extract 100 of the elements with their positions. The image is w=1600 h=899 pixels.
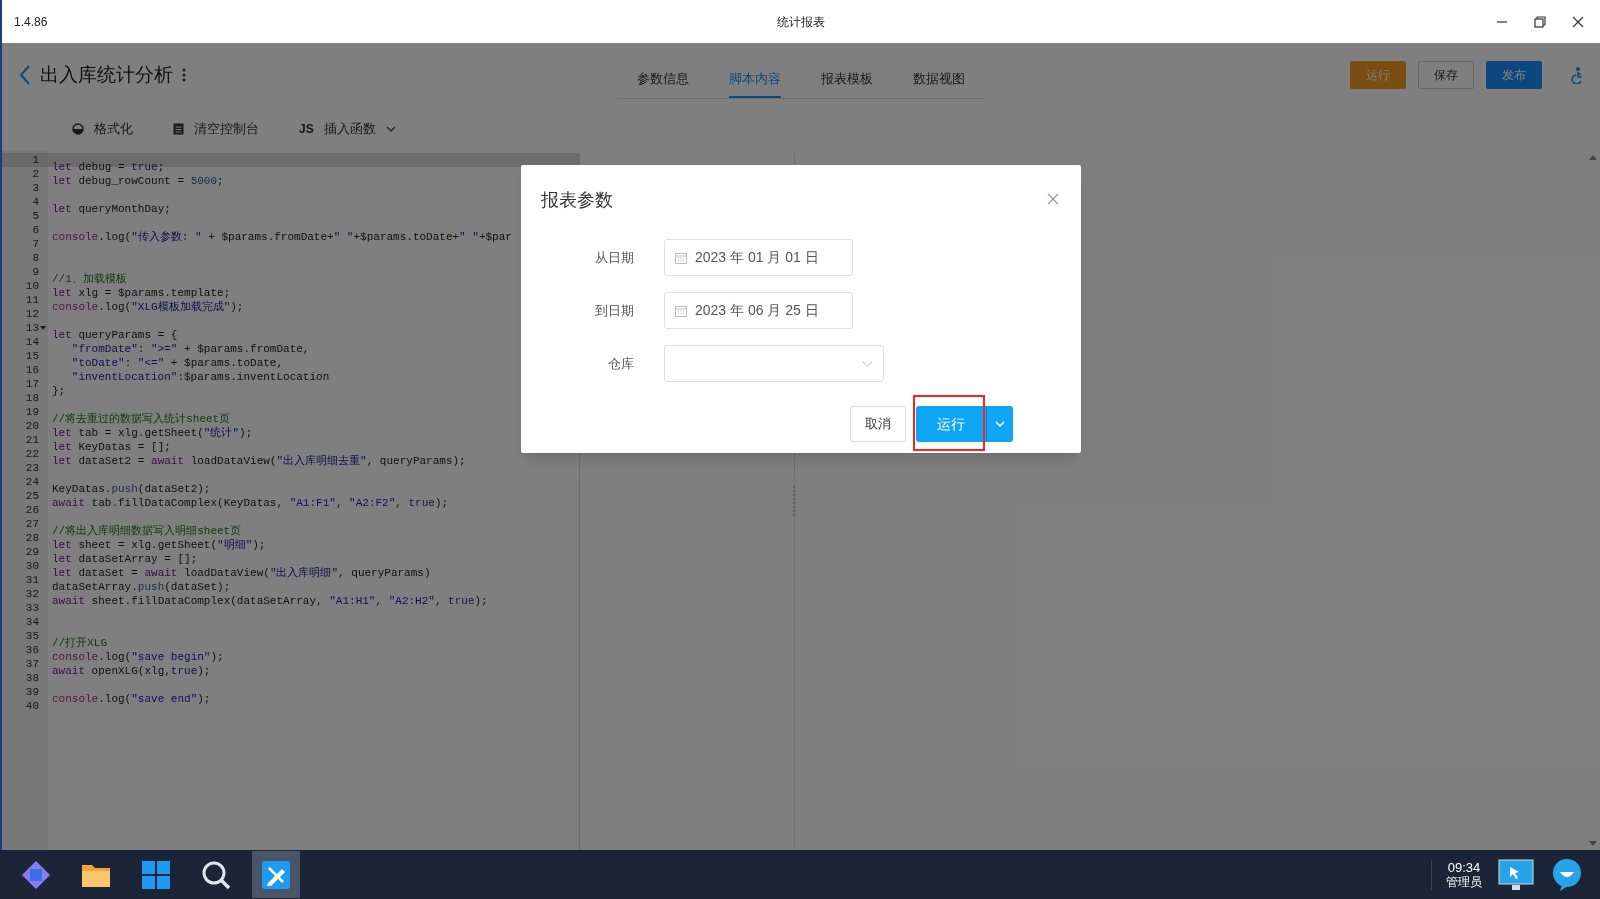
line-number: 21 (25, 433, 39, 447)
clock-time: 09:34 (1447, 859, 1481, 875)
line-number: 12 (25, 307, 39, 321)
code-line: }; (52, 385, 66, 397)
date-field[interactable]: 2023 年 01 月 01 日 (664, 239, 853, 276)
code-line: let dataSetArray = []; (52, 553, 198, 565)
tab[interactable]: 参数信息 (637, 68, 689, 99)
dialog-title: 报表参数 (541, 189, 613, 212)
select-field[interactable] (664, 345, 884, 382)
code-line: dataSetArray.push(dataSet); (52, 581, 231, 593)
line-number: 26 (25, 503, 39, 517)
line-number: 8 (32, 251, 39, 265)
line-number: 22 (25, 447, 39, 461)
code-line: await tab.fillDataComplex(KeyDatas, "A1:F1", "A2:F2", true); (52, 497, 449, 509)
line-number: 25 (25, 489, 39, 503)
field-label: 到日期 (594, 301, 634, 320)
line-number: 15 (25, 349, 39, 363)
close-icon[interactable] (1572, 15, 1584, 28)
page-title: 出入库统计分析 (40, 62, 173, 87)
line-number: 36 (25, 643, 39, 657)
scroll-up-icon[interactable] (1589, 155, 1597, 160)
monitor-icon[interactable] (1498, 858, 1534, 891)
run-button[interactable]: 运行 (916, 406, 986, 442)
line-number: 18 (25, 391, 39, 405)
code-line: let queryMonthDay; (52, 203, 171, 215)
person-icon[interactable] (1570, 66, 1584, 84)
line-number: 20 (25, 419, 39, 433)
line-number: 30 (25, 559, 39, 573)
chevron-down-icon (385, 126, 396, 132)
line-number: 40 (25, 699, 39, 713)
line-number: 4 (32, 195, 39, 209)
toolbar-button[interactable]: 格式化 (72, 119, 133, 139)
toolbar-button[interactable]: JS 插入函数 (299, 119, 396, 139)
fold-caret-icon[interactable] (40, 326, 46, 330)
toolbar-button[interactable]: 清空控制台 (173, 119, 259, 139)
line-number: 38 (25, 671, 39, 685)
restore-icon[interactable] (1534, 15, 1546, 28)
line-number: 23 (25, 461, 39, 475)
code-line: let xlg = $params.template; (52, 287, 231, 299)
code-line: let KeyDatas = []; (52, 441, 171, 453)
user-name: 管理员 (1446, 874, 1482, 890)
window-title: 统计报表 (777, 13, 825, 31)
tab[interactable]: 数据视图 (913, 68, 965, 99)
chevron-down-icon (995, 421, 1005, 427)
field-label: 从日期 (594, 248, 634, 267)
line-number: 16 (25, 363, 39, 377)
save-button[interactable]: 保存 (1418, 61, 1474, 89)
windows-grid-icon (141, 859, 171, 890)
line-number: 39 (25, 685, 39, 699)
chevron-down-icon (862, 360, 873, 367)
document-icon (173, 123, 184, 135)
line-number: 7 (32, 237, 39, 251)
kebab-menu-icon[interactable] (181, 67, 187, 83)
code-line: let dataSet = await loadDataView("出入库明细", queryParams) (52, 567, 431, 579)
line-number: 13 (25, 321, 39, 335)
tab[interactable]: 脚本内容 (729, 68, 781, 99)
search-icon (201, 859, 231, 890)
line-number: 34 (25, 615, 39, 629)
line-number: 14 (25, 335, 39, 349)
code-line: console.log("save end"); (52, 693, 211, 705)
diamond-logo-icon (20, 858, 52, 891)
line-number: 2 (32, 167, 39, 181)
line-number: 9 (32, 265, 39, 279)
line-number: 28 (25, 531, 39, 545)
line-number: 24 (25, 475, 39, 489)
code-line: //1、加载模板 (52, 273, 127, 285)
line-number: 6 (32, 223, 39, 237)
tab[interactable]: 报表模板 (821, 68, 873, 99)
code-line: let tab = xlg.getSheet("统计"); (52, 427, 253, 439)
half-circle-icon (72, 123, 84, 135)
line-number: 10 (25, 279, 39, 293)
line-number: 11 (25, 293, 39, 307)
code-line: let queryParams = { (52, 329, 178, 341)
code-line: await openXLG(xlg,true); (52, 665, 211, 677)
back-chevron-icon[interactable] (18, 64, 32, 86)
taskbar-button[interactable] (252, 851, 300, 898)
publish-button[interactable]: 发布 (1486, 61, 1542, 89)
line-number: 17 (25, 377, 39, 391)
field-label: 仓库 (607, 354, 634, 373)
code-line: let dataSet2 = await loadDataView("出入库明细去重", queryParams); (52, 455, 466, 467)
line-number: 19 (25, 405, 39, 419)
code-line: KeyDatas.push(dataSet2); (52, 483, 211, 495)
cancel-button[interactable]: 取消 (850, 406, 906, 442)
code-line: //将去重过的数据写入统计sheet页 (52, 413, 231, 425)
code-line: //将出入库明细数据写入明细sheet页 (52, 525, 242, 537)
code-line: let debug_rowCount = 5000; (52, 175, 224, 187)
resize-handle-icon[interactable] (792, 485, 796, 516)
code-line: //打开XLG (52, 637, 107, 649)
code-line: "toDate": "<=" + $params.toDate, (70, 357, 284, 369)
code-line: console.log("save begin"); (52, 651, 224, 663)
line-number: 1 (32, 153, 39, 167)
code-line: console.log("XLG模板加载完成"); (52, 301, 244, 313)
chat-bubble-icon[interactable] (1550, 857, 1584, 892)
scroll-down-icon[interactable] (1589, 841, 1597, 846)
line-number: 5 (32, 209, 39, 223)
pencil-ruler-icon (261, 859, 291, 890)
line-number: 33 (25, 601, 39, 615)
date-field[interactable]: 2023 年 06 月 25 日 (664, 292, 853, 329)
line-number: 3 (32, 181, 39, 195)
line-number: 31 (25, 573, 39, 587)
